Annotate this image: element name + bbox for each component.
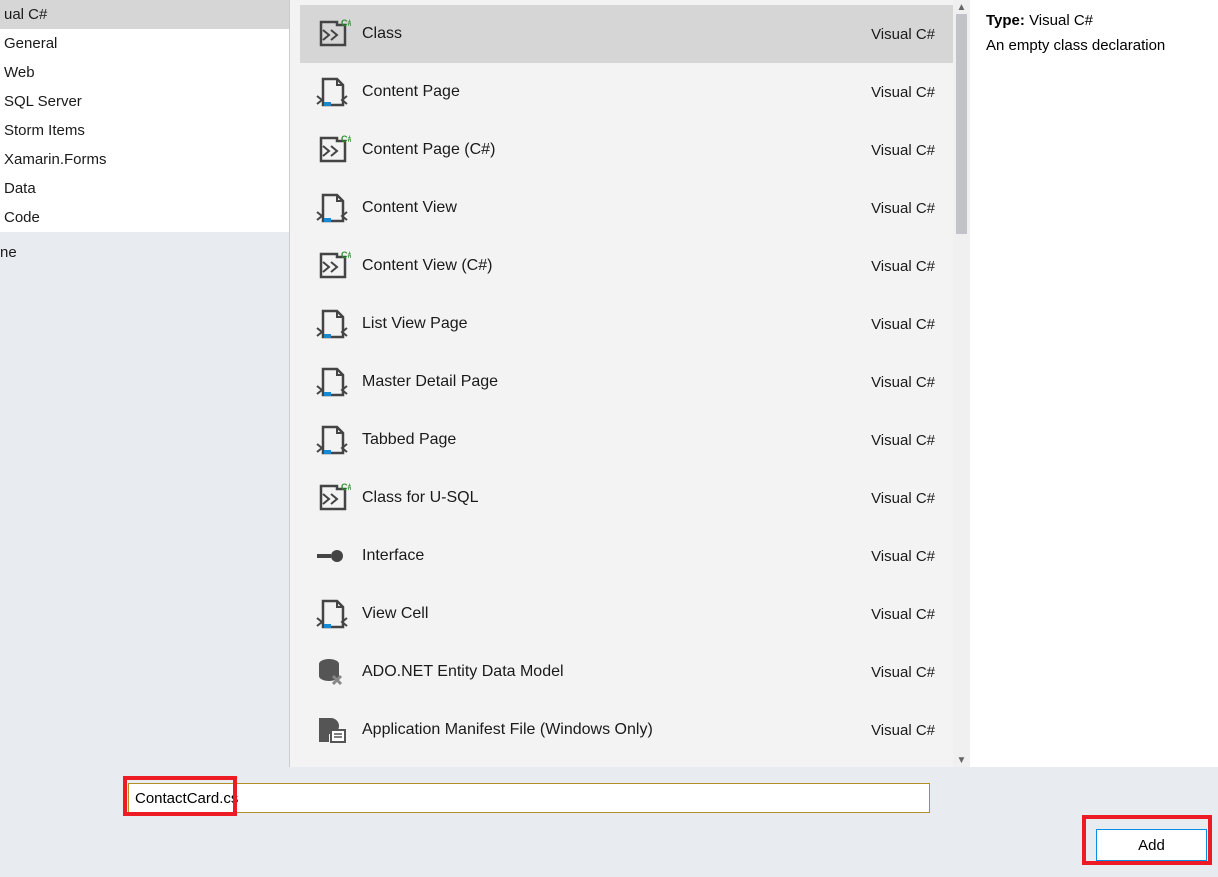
template-name: Content Page: [362, 83, 845, 101]
interface-icon: [300, 538, 362, 574]
template-row[interactable]: Content ViewVisual C#: [300, 179, 953, 237]
template-language: Visual C#: [845, 548, 935, 565]
template-language: Visual C#: [845, 84, 935, 101]
template-language: Visual C#: [845, 142, 935, 159]
template-name: ADO.NET Entity Data Model: [362, 663, 845, 681]
template-language: Visual C#: [845, 374, 935, 391]
template-language: Visual C#: [845, 316, 935, 333]
tree-item-sql-server[interactable]: SQL Server: [0, 87, 289, 116]
class-icon: [300, 480, 362, 516]
class-icon: [300, 132, 362, 168]
template-language: Visual C#: [845, 490, 935, 507]
class-icon: [300, 16, 362, 52]
template-row[interactable]: ClassVisual C#: [300, 5, 953, 63]
template-language: Visual C#: [845, 432, 935, 449]
template-language: Visual C#: [845, 722, 935, 739]
template-name: Interface: [362, 547, 845, 565]
details-type-label: Type:: [986, 12, 1025, 29]
template-row[interactable]: Class for U-SQLVisual C#: [300, 469, 953, 527]
template-language: Visual C#: [845, 664, 935, 681]
scrollbar-down-icon[interactable]: ▼: [953, 753, 970, 767]
template-name: Master Detail Page: [362, 373, 845, 391]
tree-item-visual-csharp[interactable]: ual C#: [0, 0, 289, 29]
tree-item-storm-items[interactable]: Storm Items: [0, 116, 289, 145]
page-icon: [300, 74, 362, 110]
template-row[interactable]: ADO.NET Entity Data ModelVisual C#: [300, 643, 953, 701]
template-name: List View Page: [362, 315, 845, 333]
details-panel: Type: Visual C# An empty class declarati…: [970, 0, 1218, 767]
entity-icon: [300, 654, 362, 690]
tree-item-code[interactable]: Code: [0, 203, 289, 232]
tree-item-web[interactable]: Web: [0, 58, 289, 87]
template-language: Visual C#: [845, 200, 935, 217]
tree-item-general[interactable]: General: [0, 29, 289, 58]
template-name: Content View: [362, 199, 845, 217]
template-language: Visual C#: [845, 258, 935, 275]
tree-item-data[interactable]: Data: [0, 174, 289, 203]
category-sidebar: ual C# General Web SQL Server Storm Item…: [0, 0, 290, 767]
template-list-panel: ClassVisual C#Content PageVisual C#Conte…: [290, 0, 970, 767]
bottom-bar: Add: [0, 767, 1218, 877]
template-row[interactable]: View CellVisual C#: [300, 585, 953, 643]
template-row[interactable]: Tabbed PageVisual C#: [300, 411, 953, 469]
page-icon: [300, 596, 362, 632]
template-name: Application Manifest File (Windows Only): [362, 721, 845, 739]
template-row[interactable]: Content Page (C#)Visual C#: [300, 121, 953, 179]
template-language: Visual C#: [845, 26, 935, 43]
details-type-value: Visual C#: [1029, 12, 1093, 29]
template-row[interactable]: List View PageVisual C#: [300, 295, 953, 353]
page-icon: [300, 364, 362, 400]
template-name: Content Page (C#): [362, 141, 845, 159]
name-input[interactable]: [128, 783, 930, 813]
add-button[interactable]: Add: [1096, 829, 1207, 861]
category-tree: ual C# General Web SQL Server Storm Item…: [0, 0, 289, 232]
template-row[interactable]: Application Manifest File (Windows Only)…: [300, 701, 953, 759]
page-icon: [300, 306, 362, 342]
template-row[interactable]: Content View (C#)Visual C#: [300, 237, 953, 295]
manifest-icon: [300, 712, 362, 748]
template-name: Content View (C#): [362, 257, 845, 275]
page-icon: [300, 422, 362, 458]
template-row[interactable]: Master Detail PageVisual C#: [300, 353, 953, 411]
scrollbar[interactable]: ▲ ▼: [953, 0, 970, 767]
template-name: View Cell: [362, 605, 845, 623]
template-name: Class: [362, 25, 845, 43]
class-icon: [300, 248, 362, 284]
tree-item-xamarin-forms[interactable]: Xamarin.Forms: [0, 145, 289, 174]
template-list: ClassVisual C#Content PageVisual C#Conte…: [290, 0, 953, 767]
template-row[interactable]: Content PageVisual C#: [300, 63, 953, 121]
scrollbar-up-icon[interactable]: ▲: [953, 0, 970, 14]
page-icon: [300, 190, 362, 226]
template-language: Visual C#: [845, 606, 935, 623]
details-description: An empty class declaration: [986, 37, 1202, 54]
template-name: Class for U-SQL: [362, 489, 845, 507]
template-name: Tabbed Page: [362, 431, 845, 449]
scrollbar-thumb[interactable]: [956, 14, 967, 234]
sidebar-extra-label: ne: [0, 232, 289, 767]
template-row[interactable]: InterfaceVisual C#: [300, 527, 953, 585]
